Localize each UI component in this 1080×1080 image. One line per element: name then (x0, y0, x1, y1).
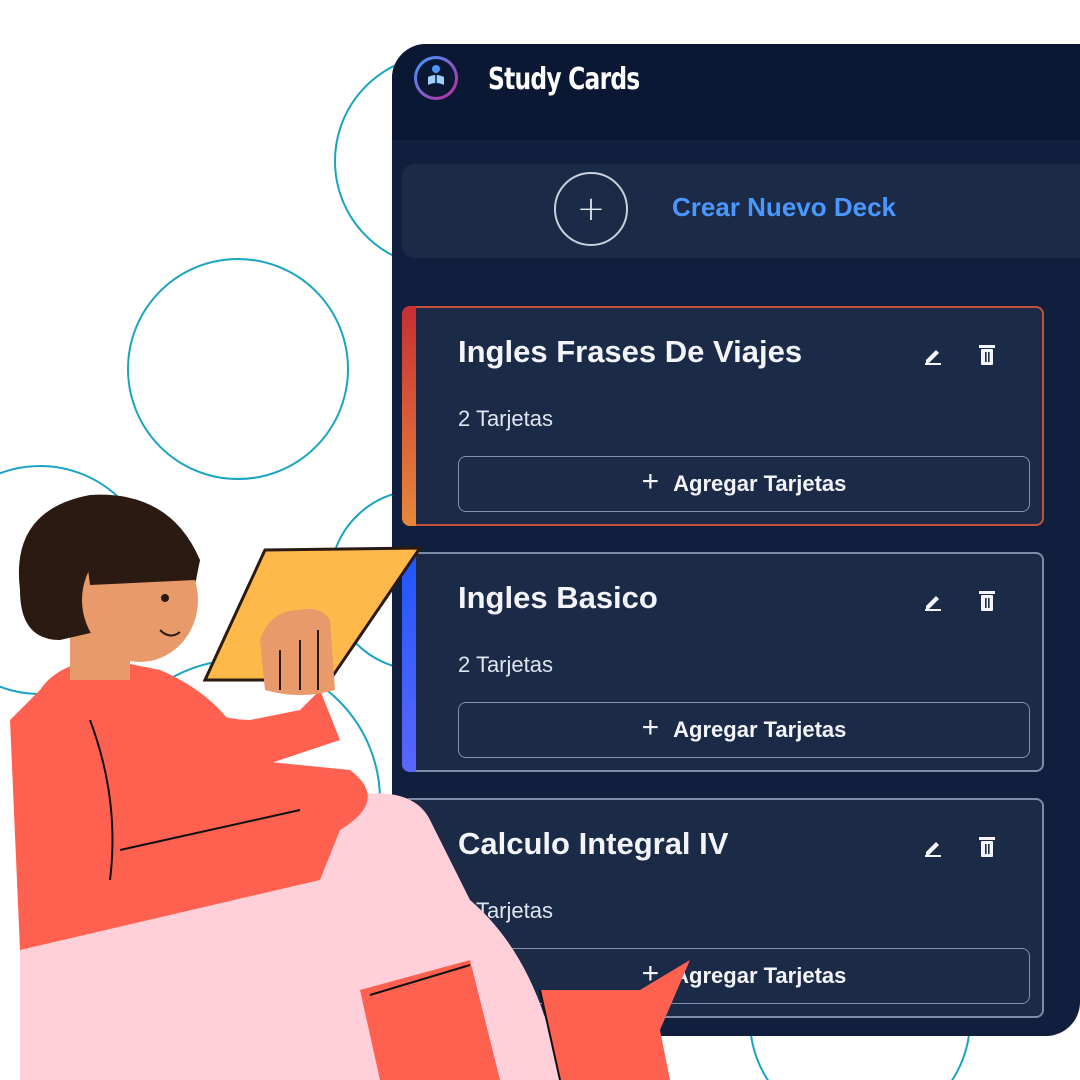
app-header: Study Cards (392, 44, 1080, 140)
deck-card[interactable]: Ingles Frases De Viajes 2 Tarjetas + Agr… (402, 306, 1044, 526)
bg-circle (99, 659, 381, 941)
add-cards-button[interactable]: + Agregar Tarjetas (458, 948, 1030, 1004)
edit-icon[interactable] (920, 342, 946, 368)
trash-icon[interactable] (974, 588, 1000, 614)
trash-icon[interactable] (974, 342, 1000, 368)
deck-title: Calculo Integral IV (458, 826, 729, 861)
deck-card[interactable]: Ingles Basico 2 Tarjetas + Agregar Tarje… (402, 552, 1044, 772)
deck-title: Ingles Frases De Viajes (458, 334, 803, 369)
app-screen: Study Cards + Crear Nuevo Deck Ingles Fr… (392, 44, 1080, 1036)
add-cards-label: Agregar Tarjetas (673, 717, 847, 742)
deck-accent-stripe (402, 306, 416, 526)
add-cards-button[interactable]: + Agregar Tarjetas (458, 702, 1030, 758)
add-cards-button[interactable]: + Agregar Tarjetas (458, 456, 1030, 512)
deck-card-count: 2 Tarjetas (458, 406, 553, 431)
deck-card[interactable]: Calculo Integral IV 3 Tarjetas + Agregar… (402, 798, 1044, 1018)
trash-icon[interactable] (974, 834, 1000, 860)
create-deck-button[interactable]: + Crear Nuevo Deck (402, 164, 1080, 258)
deck-title: Ingles Basico (458, 580, 658, 615)
reading-person-icon (423, 63, 449, 93)
create-deck-label: Crear Nuevo Deck (672, 192, 896, 222)
add-cards-label: Agregar Tarjetas (673, 471, 847, 496)
edit-icon[interactable] (920, 588, 946, 614)
app-logo (414, 56, 458, 100)
plus-icon: + (554, 172, 628, 246)
deck-card-count: 3 Tarjetas (458, 898, 553, 923)
app-title: Study Cards (488, 62, 640, 97)
add-cards-label: Agregar Tarjetas (673, 963, 847, 988)
edit-icon[interactable] (920, 834, 946, 860)
plus-icon: + (641, 711, 660, 744)
plus-icon: + (641, 465, 660, 498)
bg-circle (127, 258, 349, 480)
bg-circle (0, 465, 155, 695)
deck-accent-stripe (402, 552, 416, 772)
plus-icon: + (641, 957, 660, 990)
deck-card-count: 2 Tarjetas (458, 652, 553, 677)
